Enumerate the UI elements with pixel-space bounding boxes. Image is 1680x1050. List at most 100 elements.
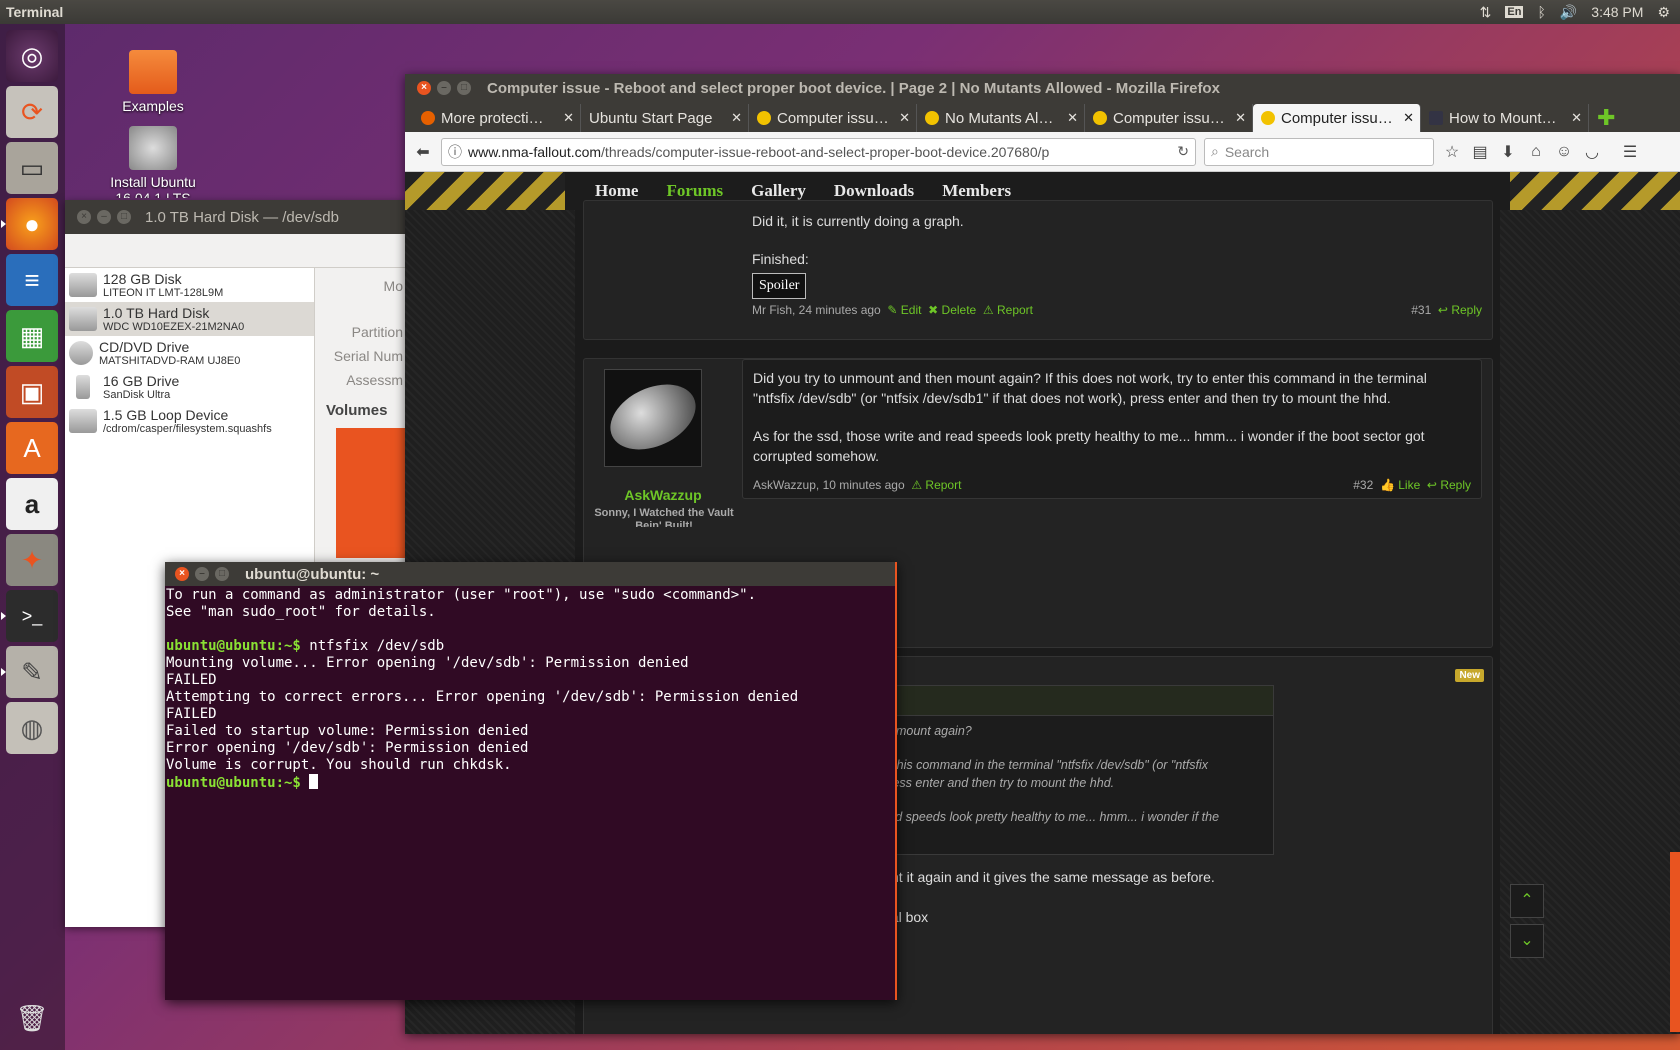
network-icon[interactable]: ⇅ <box>1480 4 1492 21</box>
bookmarks-list-icon[interactable]: ▤ <box>1470 142 1490 162</box>
close-tab-icon[interactable]: ✕ <box>1403 110 1414 126</box>
impress-icon[interactable]: ▣ <box>6 366 58 418</box>
terminal-line: See "man sudo_root" for details. <box>166 604 436 620</box>
terminal-prompt: ubuntu@ubuntu:~$ <box>166 775 301 791</box>
terminal-output[interactable]: To run a command as administrator (user … <box>165 586 895 793</box>
writer-icon[interactable]: ≡ <box>6 254 58 306</box>
disk-item[interactable]: CD/DVD Drive MATSHITADVD-RAM UJ8E0 <box>65 336 314 370</box>
firefox-titlebar[interactable]: × – □ Computer issue - Reboot and select… <box>405 74 1680 102</box>
close-icon[interactable]: × <box>417 81 431 95</box>
tab-active[interactable]: Computer issu… ✕ <box>1253 104 1421 132</box>
new-tab-icon[interactable]: ✚ <box>1589 104 1623 132</box>
download-icon[interactable]: ⬇ <box>1498 142 1518 162</box>
volume-bar[interactable] <box>336 428 405 558</box>
post-text: corrupted somehow. <box>753 448 880 464</box>
info-icon[interactable]: ⓘ <box>448 142 462 162</box>
delete-link[interactable]: ✖ Delete <box>928 303 976 317</box>
spoiler-button[interactable]: Spoiler <box>752 273 807 299</box>
search-input[interactable]: ⌕ Search <box>1204 137 1434 166</box>
desktop-examples[interactable]: Examples <box>98 50 208 114</box>
post-author-time[interactable]: Mr Fish, 24 minutes ago <box>752 303 881 317</box>
avatar[interactable] <box>599 369 707 467</box>
close-tab-icon[interactable]: ✕ <box>1235 110 1246 126</box>
trash-icon[interactable]: 🗑 <box>6 992 58 1044</box>
terminal-window[interactable]: × – □ ubuntu@ubuntu: ~ To run a command … <box>165 562 897 1000</box>
maximize-icon[interactable]: □ <box>117 210 131 224</box>
menu-home[interactable]: Home <box>595 181 638 201</box>
disk-item[interactable]: 128 GB Disk LITEON IT LMT-128L9M <box>65 268 314 302</box>
home-icon[interactable]: ⌂ <box>1526 143 1546 161</box>
close-icon[interactable]: × <box>77 210 91 224</box>
scroll-bottom-icon[interactable]: ⌄ <box>1510 924 1544 958</box>
post-number[interactable]: #32 <box>1353 478 1373 492</box>
maximize-icon[interactable]: □ <box>215 567 229 581</box>
minimize-icon[interactable]: – <box>195 567 209 581</box>
maximize-icon[interactable]: □ <box>457 81 471 95</box>
minimize-icon[interactable]: – <box>437 81 451 95</box>
close-tab-icon[interactable]: ✕ <box>1067 110 1078 126</box>
menu-downloads[interactable]: Downloads <box>834 181 914 201</box>
bookmark-star-icon[interactable]: ☆ <box>1442 142 1462 162</box>
reply-link[interactable]: ↩ Reply <box>1438 303 1482 317</box>
scroll-top-icon[interactable]: ⌃ <box>1510 884 1544 918</box>
disks-titlebar[interactable]: × – □ 1.0 TB Hard Disk — /dev/sdb <box>65 200 405 234</box>
disks-tool-icon[interactable]: ✎ <box>1 646 58 698</box>
disk-item[interactable]: 1.5 GB Loop Device/cdrom/casper/filesyst… <box>65 404 314 438</box>
menu-forums[interactable]: Forums <box>666 181 723 201</box>
back-icon[interactable]: ⬅ <box>413 142 433 162</box>
menu-gallery[interactable]: Gallery <box>751 181 806 201</box>
disk-drive-icon[interactable]: ◍ <box>6 702 58 754</box>
bluetooth-icon[interactable]: ᛒ <box>1537 4 1545 20</box>
menu-members[interactable]: Members <box>942 181 1011 201</box>
chat-icon[interactable]: ☺ <box>1554 143 1574 161</box>
terminal-icon[interactable]: >_ <box>1 590 58 642</box>
tab[interactable]: Ubuntu Start Page ✕ <box>581 104 749 132</box>
software-center-icon[interactable]: A <box>6 422 58 474</box>
like-link[interactable]: 👍 Like <box>1380 478 1420 492</box>
close-tab-icon[interactable]: ✕ <box>1571 110 1582 126</box>
page-scrollbar[interactable] <box>1670 852 1680 1032</box>
power-gear-icon[interactable]: ⚙ <box>1657 4 1670 21</box>
files-icon[interactable]: ▭ <box>6 142 58 194</box>
disk-name: 1.0 TB Hard Disk <box>103 304 210 321</box>
tab[interactable]: How to Mount… ✕ <box>1421 104 1589 132</box>
reload-icon[interactable]: ↻ <box>1177 143 1189 160</box>
tab[interactable]: No Mutants Al… ✕ <box>917 104 1085 132</box>
close-tab-icon[interactable]: ✕ <box>731 110 742 126</box>
post-number[interactable]: #31 <box>1411 303 1431 317</box>
edit-link[interactable]: ✎ Edit <box>887 303 921 317</box>
system-settings-icon[interactable]: ✦ <box>6 534 58 586</box>
terminal-line: To run a command as administrator (user … <box>166 587 757 603</box>
minimize-icon[interactable]: – <box>97 210 111 224</box>
post-author[interactable]: AskWazzup <box>584 487 742 503</box>
tab[interactable]: Computer issu… ✕ <box>749 104 917 132</box>
report-link[interactable]: ⚠ Report <box>983 303 1033 317</box>
software-updater-icon[interactable]: ⟳ <box>6 86 58 138</box>
volume-icon[interactable]: 🔊 <box>1560 4 1577 21</box>
terminal-titlebar[interactable]: × – □ ubuntu@ubuntu: ~ <box>165 562 895 586</box>
clock[interactable]: 3:48 PM <box>1591 4 1643 20</box>
close-tab-icon[interactable]: ✕ <box>563 110 574 126</box>
reply-link[interactable]: ↩ Reply <box>1427 478 1471 492</box>
disk-item[interactable]: 1.0 TB Hard Disk WDC WD10EZEX-21M2NA0 <box>65 302 314 336</box>
amazon-icon[interactable]: a <box>6 478 58 530</box>
report-link[interactable]: ⚠ Report <box>911 478 961 492</box>
calc-icon[interactable]: ▦ <box>6 310 58 362</box>
firefox-icon[interactable]: ● <box>1 198 58 250</box>
hard-disk-icon <box>69 273 97 297</box>
keyboard-layout-indicator[interactable]: En <box>1505 6 1524 18</box>
hamburger-menu-icon[interactable]: ☰ <box>1620 142 1640 162</box>
terminal-line: FAILED <box>166 672 217 688</box>
usb-drive-icon <box>76 375 90 399</box>
desktop-install-ubuntu[interactable]: Install Ubuntu 16.04.1 LTS <box>98 126 208 198</box>
ubuntu-dash-icon[interactable]: ◎ <box>6 30 58 82</box>
url-bar[interactable]: ⓘ www.nma-fallout.com/threads/computer-i… <box>441 137 1196 166</box>
pocket-icon[interactable]: ◡ <box>1582 142 1602 162</box>
tab[interactable]: More protecti… ✕ <box>413 104 581 132</box>
tab[interactable]: Computer issu… ✕ <box>1085 104 1253 132</box>
desktop-examples-label: Examples <box>122 98 184 114</box>
disk-item[interactable]: 16 GB Drive SanDisk Ultra <box>65 370 314 404</box>
close-tab-icon[interactable]: ✕ <box>899 110 910 126</box>
post-author-time[interactable]: AskWazzup, 10 minutes ago <box>753 478 905 492</box>
close-icon[interactable]: × <box>175 567 189 581</box>
